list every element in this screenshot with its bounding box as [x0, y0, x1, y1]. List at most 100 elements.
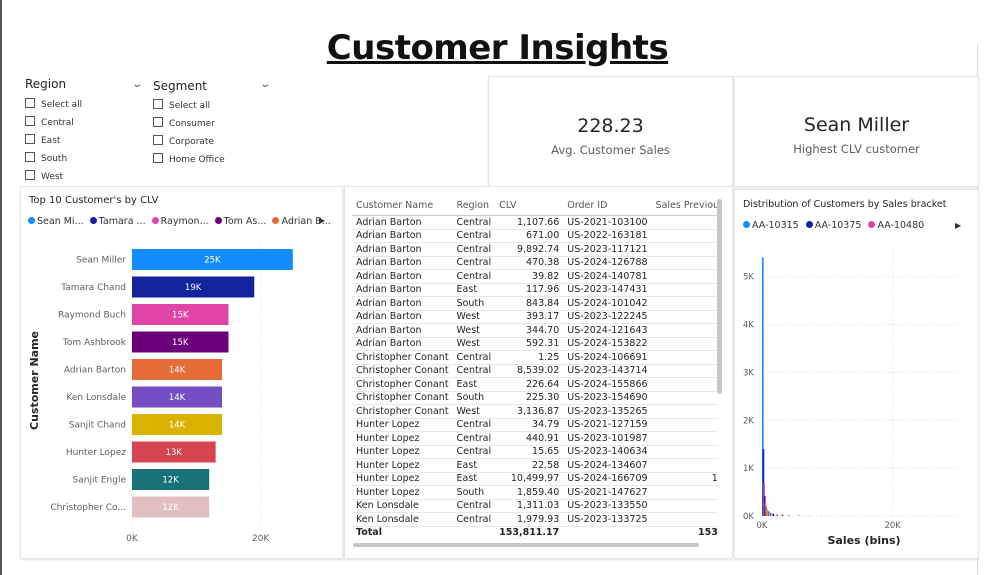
table-row[interactable]: Adrian BartonWest592.31US-2024-153822592 [352, 337, 718, 351]
table-row[interactable]: Hunter LopezCentral15.65US-2023-14063415 [352, 445, 718, 459]
legend-item[interactable]: Tom As... [212, 216, 266, 227]
table-row[interactable]: Adrian Barton Central 1,107.66 US-2021-1031… [352, 215, 718, 230]
checkbox-icon[interactable] [153, 117, 163, 127]
legend-item[interactable]: Raymon... [149, 216, 209, 227]
table-cell: US-2022-163181 [563, 229, 652, 243]
table-cell: US-2023-117121 [563, 242, 652, 257]
segment-option-consumer[interactable]: Consumer [153, 117, 215, 129]
y-tick-label: 2K [743, 416, 754, 426]
legend-item[interactable]: AA-10315 [743, 220, 799, 231]
table-row[interactable]: Adrian Barton Central 671.00 US-2022-163181… [352, 229, 718, 243]
table-row[interactable]: Christopher Conant South 225.30 US-2023-154… [352, 391, 718, 405]
checkbox-icon[interactable] [25, 152, 35, 162]
legend-next-icon[interactable]: ▶ [319, 216, 325, 225]
table-row[interactable]: Adrian BartonSouth843.84US-2024-10104284… [352, 296, 718, 311]
table-row[interactable]: Adrian BartonEast117.96US-2023-147431117 [352, 283, 718, 297]
table-row[interactable]: Ken Lonsdale Central 1,979.93 US-2023-13372… [352, 512, 718, 527]
table-cell: 3,136.87 [495, 404, 564, 419]
table-cell: 39.82 [495, 269, 564, 284]
checkbox-icon[interactable] [153, 99, 163, 109]
segment-slicer[interactable]: Segment ⌄ Select all Consumer Corporate … [153, 79, 273, 169]
orders-table: Customer Name Region CLV Order ID Sales Prev… [352, 196, 718, 539]
legend-item[interactable]: AA-10375 [802, 220, 861, 231]
legend-item[interactable]: Sean Mi... [28, 216, 84, 227]
table-row[interactable]: Hunter LopezCentral440.91US-2023-1019874… [352, 431, 718, 446]
histogram-bar [776, 514, 778, 516]
table-row[interactable]: Adrian Barton Central 9,892.74 US-2023-1171… [352, 242, 718, 257]
bar-data-label: 15K [172, 338, 189, 348]
checkbox-icon[interactable] [25, 134, 35, 144]
checkbox-icon[interactable] [25, 98, 35, 108]
category-label: Adrian Barton [64, 366, 126, 376]
table-row[interactable]: Christopher Conant West 3,136.87 US-2023-13… [352, 404, 718, 419]
region-option-west[interactable]: West [25, 170, 63, 182]
table-cell: US-2023-133550 [563, 499, 652, 513]
table-cell: Central [452, 215, 496, 230]
segment-option-select-all[interactable]: Select all [153, 99, 210, 111]
category-label: Hunter Lopez [66, 448, 126, 458]
checkbox-icon[interactable] [25, 116, 35, 126]
region-slicer[interactable]: Region ⌄ Select all Central East South W… [25, 77, 145, 187]
table-row[interactable]: Christopher Conant Central 8,539.02 US-2023… [352, 364, 718, 378]
table-cell: Central [452, 269, 496, 284]
table-row[interactable]: Hunter LopezEast22.58US-2024-13460722 [352, 458, 718, 473]
table-total-row[interactable]: Total 153,811.17 153,686. [352, 525, 718, 539]
table-cell: 153,811.17 [495, 525, 564, 539]
table-cell: Central [452, 418, 496, 432]
region-option-central[interactable]: Central [25, 116, 74, 128]
table-cell: Ken Lonsdale [352, 512, 453, 527]
region-option-select-all[interactable]: Select all [25, 98, 82, 110]
column-header[interactable]: Order ID [563, 196, 652, 216]
table-cell: West [452, 337, 496, 351]
table-cell: US-2023-101987 [563, 431, 652, 446]
chevron-down-icon[interactable]: ⌄ [131, 79, 143, 90]
bar-data-label: 12K [162, 503, 179, 513]
table-row[interactable]: Hunter Lopez East 10,499.97 US-2024-166709 1… [352, 472, 718, 486]
checkbox-icon[interactable] [153, 153, 163, 163]
table-row[interactable]: Christopher Conant East 226.64 US-2024-1558… [352, 377, 718, 392]
table-row[interactable]: Adrian BartonWest344.70US-2024-121643344 [352, 323, 718, 338]
table-cell: 393.17 [495, 310, 564, 324]
table-cell: 153,686. [651, 525, 718, 539]
region-option-south[interactable]: South [25, 152, 67, 164]
x-tick-label: 20K [884, 521, 901, 531]
table-row[interactable]: Adrian Barton Central 470.38 US-2024-126788… [352, 256, 718, 270]
segment-option-home-office[interactable]: Home Office [153, 153, 225, 165]
table-row[interactable]: Ken Lonsdale Central 1,311.03 US-2023-13355… [352, 499, 718, 513]
bar-data-label: 14K [169, 366, 186, 376]
checkbox-icon[interactable] [25, 170, 35, 180]
table-row[interactable]: Adrian BartonWest393.17US-2023-122245393 [352, 310, 718, 324]
table-cell: Hunter Lopez [352, 458, 453, 473]
y-tick-label: 4K [743, 321, 754, 331]
table-cell: Ken Lonsdale [352, 499, 453, 513]
highest-clv-label: Highest CLV customer [793, 142, 920, 156]
column-header[interactable]: Sales Previous Mor [651, 196, 718, 216]
table-cell: 15.65 [495, 445, 564, 459]
table-vertical-scrollbar[interactable] [717, 199, 722, 394]
y-tick-label: 5K [743, 273, 754, 283]
region-option-east[interactable]: East [25, 134, 60, 146]
table-cell: US-2021-147627 [563, 485, 652, 500]
chevron-down-icon[interactable]: ⌄ [259, 79, 271, 90]
column-header[interactable]: Region [452, 196, 496, 216]
legend-item[interactable]: AA-10480 [864, 220, 924, 231]
legend-next-icon[interactable]: ▶ [955, 221, 961, 230]
table-cell: 843.84 [495, 296, 564, 311]
table-cell: 440.91 [495, 431, 564, 446]
table-cell: 22.58 [495, 458, 564, 473]
legend-item[interactable]: Tamara ... [87, 216, 146, 227]
table-cell: US-2024-153822 [563, 337, 652, 351]
table-cell: Central [452, 431, 496, 446]
segment-option-corporate[interactable]: Corporate [153, 135, 214, 147]
table-horizontal-scrollbar[interactable] [353, 543, 699, 547]
checkbox-icon[interactable] [153, 135, 163, 145]
column-header[interactable]: CLV [495, 196, 564, 216]
table-cell: 1,979.93 [495, 512, 564, 527]
table-row[interactable]: Hunter LopezCentral34.79US-2021-12715934 [352, 418, 718, 432]
column-header[interactable]: Customer Name [352, 196, 453, 216]
table-cell: US-2021-127159 [563, 418, 652, 432]
table-cell: Christopher Conant [352, 391, 453, 405]
table-row[interactable]: Christopher Conant Central 1.25 US-2024-106… [352, 350, 718, 365]
table-row[interactable]: Adrian BartonCentral39.82US-2024-1407813… [352, 269, 718, 284]
table-row[interactable]: Hunter LopezSouth1,859.40US-2021-1476271… [352, 485, 718, 500]
